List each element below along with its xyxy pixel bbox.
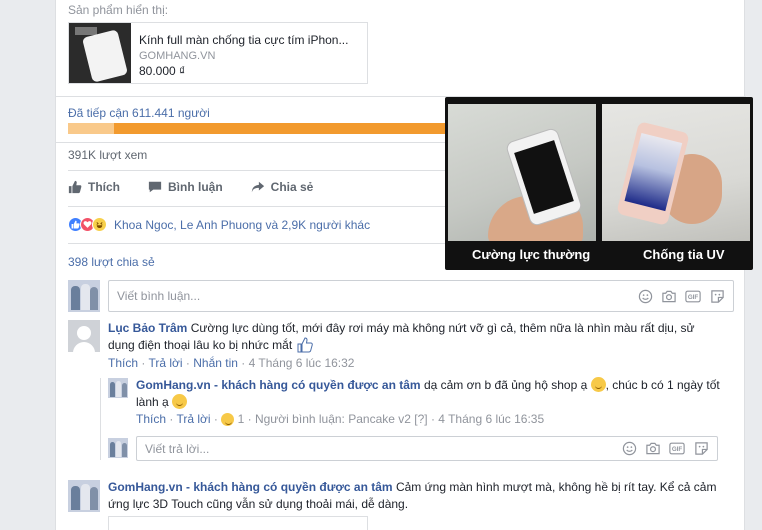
- emoji-icon[interactable]: [621, 441, 637, 457]
- comment-message-link[interactable]: Nhắn tin: [193, 356, 238, 370]
- product-card[interactable]: Kính full màn chống tia cực tím iPhon...…: [68, 22, 368, 84]
- reactions-text: Khoa Ngoc, Le Anh Phuong và 2,9K người k…: [114, 217, 371, 232]
- commenter-name[interactable]: GomHang.vn - khách hàng có quyền được an…: [108, 480, 393, 494]
- comment-body: GomHang.vn - khách hàng có quyền được an…: [108, 479, 720, 513]
- camera-icon[interactable]: [661, 288, 677, 304]
- products-label: Sản phẩm hiển thị:: [68, 3, 169, 17]
- gif-icon[interactable]: GIF: [685, 288, 701, 304]
- like-button[interactable]: Thích: [68, 180, 120, 194]
- svg-text:GIF: GIF: [688, 294, 699, 301]
- comment-input-box: GIF: [108, 280, 734, 312]
- comment-text: Cường lực dùng tốt, mới đây rơi máy mà k…: [108, 321, 695, 352]
- reply-meta: Thích · Trả lời · 1 · Người bình luận: P…: [136, 412, 545, 426]
- emoji-icon[interactable]: [637, 288, 653, 304]
- comment-input[interactable]: [109, 289, 637, 303]
- smile-emoji-icon: [590, 377, 606, 392]
- video-caption-left: Cường lực thường: [472, 247, 591, 262]
- video-caption-right: Chống tia UV: [643, 247, 725, 262]
- sticker-icon[interactable]: [693, 441, 709, 457]
- comment-body: Lục Bảo Trâm Cường lực dùng tốt, mới đây…: [108, 320, 708, 354]
- avatar-reply: [108, 438, 128, 458]
- comment-reply-link[interactable]: Trả lời: [148, 356, 182, 370]
- avatar-commenter[interactable]: [68, 320, 100, 352]
- commenter-name[interactable]: Lục Bảo Trâm: [108, 321, 187, 335]
- thread-line: [100, 378, 101, 460]
- comment-like-link[interactable]: Thích: [108, 356, 138, 370]
- reply-like-link[interactable]: Thích: [136, 412, 166, 426]
- action-bar: Thích Bình luận Chia sẻ: [68, 180, 313, 194]
- comment-icon: [148, 181, 162, 193]
- comment-button[interactable]: Bình luận: [148, 180, 223, 194]
- reach-label[interactable]: Đã tiếp cận 611.441 người: [68, 106, 210, 120]
- product-thumbnail: [69, 23, 131, 83]
- comment-time[interactable]: 4 Tháng 6 lúc 16:32: [249, 356, 355, 370]
- reply-reaction-count[interactable]: 1: [238, 412, 245, 426]
- comment-meta: Thích · Trả lời · Nhắn tin · 4 Tháng 6 l…: [108, 356, 355, 370]
- reactions-summary[interactable]: Khoa Ngoc, Le Anh Phuong và 2,9K người k…: [68, 217, 370, 232]
- share-count[interactable]: 398 lượt chia sẻ: [68, 255, 155, 269]
- product-site: GOMHANG.VN: [139, 50, 216, 62]
- video-player[interactable]: Cường lực thường Chống tia UV: [445, 97, 753, 270]
- video-frame-right: [602, 104, 750, 241]
- reply-commenter: Người bình luận: Pancake v2: [254, 412, 411, 426]
- wow-reaction-icon: [221, 413, 235, 426]
- reply-reply-link[interactable]: Trả lời: [176, 412, 210, 426]
- reply-input-box: GIF: [136, 436, 718, 461]
- share-button[interactable]: Chia sẻ: [251, 180, 314, 194]
- haha-icon: [92, 217, 107, 232]
- share-icon: [251, 181, 264, 193]
- gif-icon[interactable]: GIF: [669, 441, 685, 457]
- reply-body: GomHang.vn - khách hàng có quyền được an…: [136, 377, 726, 411]
- video-frame-left: [448, 104, 596, 241]
- reach-bar: [68, 123, 448, 134]
- reply-author[interactable]: GomHang.vn - khách hàng có quyền được an…: [136, 378, 421, 392]
- help-link[interactable]: [?]: [414, 412, 427, 426]
- product-price: 80.000 ₫: [139, 64, 186, 78]
- smile-emoji-icon: [172, 394, 188, 409]
- sticker-icon[interactable]: [709, 288, 725, 304]
- product-title: Kính full màn chống tia cực tím iPhon...: [139, 33, 349, 47]
- share-label: Chia sẻ: [270, 180, 314, 194]
- avatar-page[interactable]: [108, 378, 128, 398]
- thumbs-up-emoji-icon: [297, 337, 313, 353]
- reach-bar-organic: [68, 123, 114, 134]
- avatar: [68, 280, 100, 312]
- reply-time[interactable]: 4 Tháng 6 lúc 16:35: [438, 412, 544, 426]
- comment-label: Bình luận: [168, 180, 223, 194]
- camera-icon[interactable]: [645, 441, 661, 457]
- link-preview-card[interactable]: [108, 516, 368, 530]
- view-count: 391K lượt xem: [68, 148, 148, 162]
- reply-input[interactable]: [137, 441, 621, 456]
- thumbs-up-icon: [68, 180, 82, 194]
- avatar-page[interactable]: [68, 480, 100, 512]
- like-label: Thích: [88, 180, 120, 194]
- reply-text: dạ cảm ơn b đã ủng hộ shop ạ: [423, 378, 588, 392]
- svg-text:GIF: GIF: [672, 446, 683, 453]
